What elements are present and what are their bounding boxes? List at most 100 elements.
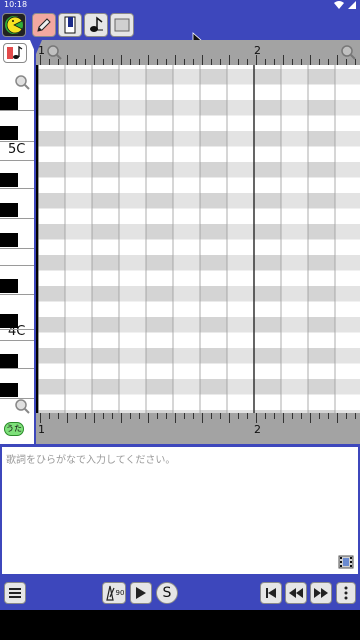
ruler-tick [67, 55, 68, 65]
rewind-button[interactable] [285, 582, 307, 604]
black-key[interactable] [0, 97, 18, 111]
ruler-tick [40, 413, 41, 423]
ruler-tick [49, 413, 50, 419]
menu-icon [9, 588, 21, 598]
black-key[interactable] [0, 203, 18, 217]
lyrics-input[interactable]: 歌詞をひらがなで入力してください。 [0, 444, 360, 576]
piano-mode-button[interactable] [58, 13, 82, 37]
zoom-in-icon-keyboard-top[interactable] [14, 74, 30, 90]
skip-start-icon [266, 588, 276, 598]
black-key[interactable] [0, 279, 18, 293]
white-key-divider [0, 160, 34, 161]
grid-column-band [119, 65, 146, 413]
ruler-tick [94, 55, 95, 65]
wifi-icon [334, 1, 344, 9]
ruler-tick [328, 413, 329, 419]
ruler-bottom-bar-2: 2 [254, 423, 261, 436]
uta-button[interactable]: うた [4, 422, 24, 436]
black-key[interactable] [0, 126, 18, 140]
ruler-tick [94, 413, 95, 423]
piano-roll-grid[interactable] [38, 65, 360, 413]
status-time: 10:18 [4, 0, 28, 9]
note-length-icon [7, 45, 23, 59]
rectangle-icon [114, 18, 130, 32]
black-key[interactable] [0, 314, 18, 328]
ruler-tick [229, 55, 230, 65]
pacman-button[interactable] [2, 13, 26, 37]
ruler-tick [193, 413, 194, 419]
app-root: 10:18 うた 5C 4C 1 2 1 2 歌詞をひらがなで入力してください。… [0, 0, 360, 640]
metronome-icon [105, 585, 115, 601]
grid-column-band [65, 65, 92, 413]
black-key[interactable] [0, 173, 18, 187]
battery-icon [348, 1, 356, 9]
pencil-icon [37, 18, 51, 32]
s-button[interactable]: S [156, 582, 178, 604]
pencil-tool-button[interactable] [32, 13, 56, 37]
status-icons [334, 0, 356, 10]
ruler-tick [283, 413, 284, 423]
black-key[interactable] [0, 354, 18, 368]
more-options-button[interactable] [336, 582, 356, 604]
grid-column-band [173, 65, 200, 413]
zoom-out-icon-keyboard-bottom[interactable] [14, 398, 30, 414]
rewind-icon [289, 588, 303, 598]
ruler-tick [121, 413, 122, 423]
playhead-marker[interactable] [30, 40, 42, 54]
select-mode-button[interactable] [110, 13, 134, 37]
ruler-tick [76, 413, 77, 419]
ruler-tick [337, 55, 338, 65]
white-key-divider [0, 110, 34, 111]
note-length-button[interactable] [3, 43, 27, 63]
ruler-bottom[interactable]: 1 2 [36, 413, 360, 444]
grid-column-band [335, 65, 360, 413]
zoom-icon-ruler-right[interactable] [340, 44, 356, 60]
play-icon [136, 587, 146, 599]
ruler-top[interactable]: 1 2 [36, 40, 360, 65]
ruler-tick [220, 413, 221, 419]
pacman-icon [5, 16, 23, 34]
skip-start-button[interactable] [260, 582, 282, 604]
white-key-divider [0, 368, 34, 369]
ruler-tick [229, 413, 230, 423]
ruler-tick [256, 413, 257, 423]
ruler-tick [292, 413, 293, 419]
ruler-bottom-bar-1: 1 [38, 423, 45, 436]
ruler-tick [202, 413, 203, 423]
piano-keyboard[interactable]: うた 5C 4C [0, 40, 36, 444]
film-icon[interactable] [338, 554, 354, 570]
white-key-divider [0, 141, 34, 142]
white-key-divider [0, 329, 34, 330]
ruler-tick [40, 55, 41, 65]
ruler-tick [112, 413, 113, 419]
black-key[interactable] [0, 233, 18, 247]
white-key-divider [0, 398, 34, 399]
ruler-tick [157, 413, 158, 419]
ruler-tick [247, 413, 248, 419]
note-mode-button[interactable] [84, 13, 108, 37]
zoom-icon-ruler-left[interactable] [46, 44, 62, 60]
grid-column-band [281, 65, 308, 413]
ruler-tick [355, 413, 356, 419]
fast-forward-icon [314, 588, 328, 598]
ruler-tick [283, 55, 284, 65]
white-key-divider [0, 294, 34, 295]
ruler-tick [58, 413, 59, 419]
black-key[interactable] [0, 383, 18, 397]
fast-forward-button[interactable] [310, 582, 332, 604]
ruler-tick [274, 413, 275, 419]
toolbar [0, 10, 360, 48]
metronome-button[interactable]: 90 [102, 582, 126, 604]
ruler-tick [166, 413, 167, 419]
ruler-tick [238, 413, 239, 419]
grid-lines [38, 65, 360, 413]
menu-button[interactable] [4, 582, 26, 604]
ruler-tick [175, 55, 176, 65]
play-button[interactable] [130, 582, 152, 604]
white-key-divider [0, 265, 34, 266]
ruler-tick [319, 413, 320, 419]
ruler-tick [139, 413, 140, 419]
white-key-divider [0, 248, 34, 249]
ruler-tick [103, 413, 104, 419]
ruler-tick [346, 413, 347, 419]
